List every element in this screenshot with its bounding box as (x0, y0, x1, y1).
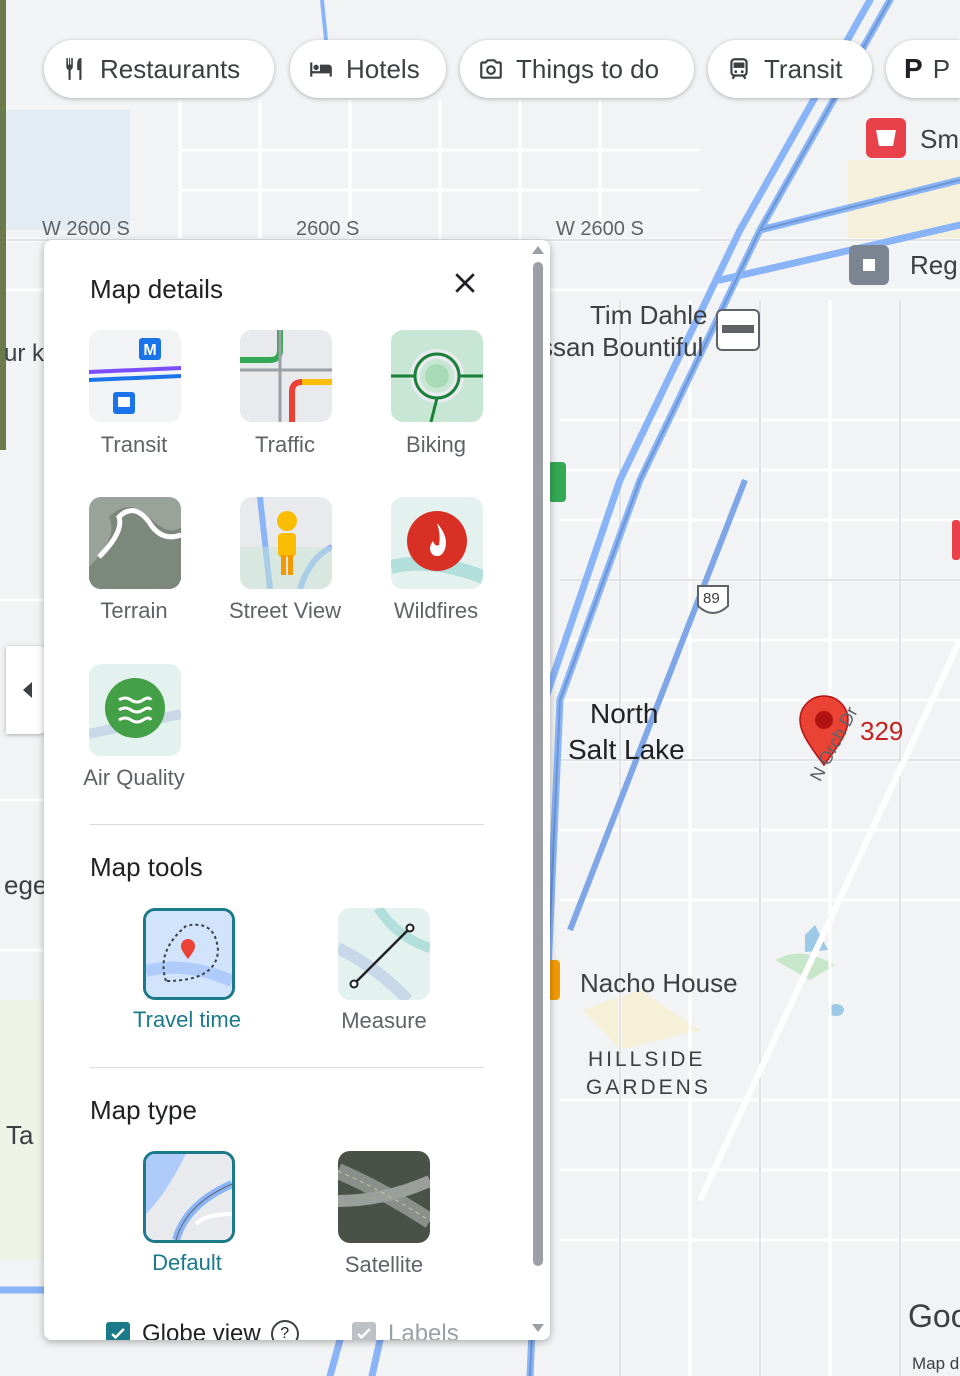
tool-label: Travel time (133, 1007, 241, 1032)
layer-label: Terrain (100, 598, 168, 623)
city-label: North (590, 698, 659, 729)
camera-icon (480, 59, 502, 79)
svg-text:M: M (143, 342, 156, 359)
terrain-layer-icon (89, 497, 181, 589)
map-type-label: Default (152, 1250, 222, 1275)
chevron-left-icon (22, 682, 32, 698)
chip-transit[interactable]: Transit (708, 40, 872, 98)
place-label: ege (4, 870, 48, 900)
help-icon[interactable]: ? (270, 1320, 299, 1340)
fork-knife-icon (66, 58, 82, 80)
map-data-attribution[interactable]: Map d (912, 1354, 959, 1374)
chip-label: P (932, 53, 951, 84)
map-tools-title: Map tools (90, 852, 203, 882)
close-icon (455, 273, 475, 293)
chip-label: Things to do (516, 53, 660, 84)
place-label[interactable]: Tim Dahle (590, 300, 708, 331)
chip-restaurants[interactable]: Restaurants (44, 40, 274, 98)
close-button[interactable] (450, 268, 480, 298)
layer-label: Traffic (255, 432, 315, 457)
route-shield-label: 89 (703, 590, 720, 607)
place-label[interactable]: Nacho House (580, 968, 738, 999)
chip-things-to-do[interactable]: Things to do (460, 40, 694, 98)
checkmark-icon (111, 1328, 125, 1340)
pin-label: 329 (860, 716, 904, 746)
street-label: W 2600 S (42, 218, 130, 240)
section-divider (90, 1067, 484, 1068)
street-label: 2600 S (296, 218, 360, 240)
labels-checkbox[interactable] (352, 1322, 376, 1340)
panel-scroll-up-arrow[interactable] (532, 246, 544, 254)
layer-label: Biking (406, 432, 466, 457)
neighborhood-label: HILLSIDE (588, 1048, 706, 1071)
globe-view-checkbox[interactable] (106, 1322, 130, 1340)
satellite-map-icon (338, 1151, 430, 1243)
layer-label: Air Quality (83, 765, 185, 790)
city-label: Salt Lake (568, 734, 685, 765)
wildfire-icon (391, 497, 483, 589)
street-view-icon (240, 497, 332, 589)
map-type-label: Satellite (344, 1252, 424, 1277)
labels-checkbox-row[interactable]: Labels (352, 1320, 459, 1340)
map-details-title: Map details (90, 274, 223, 304)
chip-label: Transit (764, 53, 843, 84)
place-label: ur k (4, 340, 45, 367)
place-label[interactable]: Reg (910, 250, 958, 281)
labels-label: Labels (388, 1320, 459, 1340)
measure-icon (338, 908, 430, 1000)
biking-layer-icon (391, 330, 483, 422)
street-label: W 2600 S (556, 218, 644, 240)
bed-icon (310, 62, 332, 77)
chip-parking[interactable]: P P (886, 40, 960, 98)
parking-icon: P (904, 53, 923, 84)
tool-label: Measure (341, 1008, 427, 1033)
place-label: Ta (6, 1120, 34, 1150)
layer-label: Wildfires (393, 598, 479, 623)
layer-label: Street View (228, 598, 342, 623)
air-quality-icon (89, 664, 181, 756)
chip-label: Hotels (346, 53, 420, 84)
layer-label: Transit (100, 432, 168, 457)
place-label[interactable]: ssan Bountiful (540, 332, 703, 363)
map-type-title: Map type (90, 1095, 197, 1125)
travel-time-icon (143, 908, 235, 1000)
collapse-side-panel-button[interactable] (6, 646, 48, 734)
checkmark-icon (357, 1328, 371, 1340)
chip-hotels[interactable]: Hotels (290, 40, 446, 98)
google-logo: Goo (908, 1298, 960, 1334)
train-icon (730, 58, 748, 80)
default-map-icon (143, 1151, 235, 1243)
chip-label: Restaurants (100, 53, 241, 84)
traffic-layer-icon (240, 330, 332, 422)
panel-scrollbar-thumb[interactable] (533, 262, 543, 1266)
panel-scroll-down-arrow[interactable] (532, 1324, 544, 1332)
section-divider (90, 824, 484, 825)
neighborhood-label: GARDENS (586, 1076, 711, 1099)
globe-view-checkbox-row[interactable]: Globe view ? (106, 1320, 299, 1340)
layers-panel: Map details M Transit Traffic Biking Ter… (44, 240, 550, 1340)
transit-layer-icon: M (89, 330, 181, 422)
globe-view-label: Globe view (142, 1320, 261, 1340)
place-label[interactable]: Sm (920, 124, 959, 155)
